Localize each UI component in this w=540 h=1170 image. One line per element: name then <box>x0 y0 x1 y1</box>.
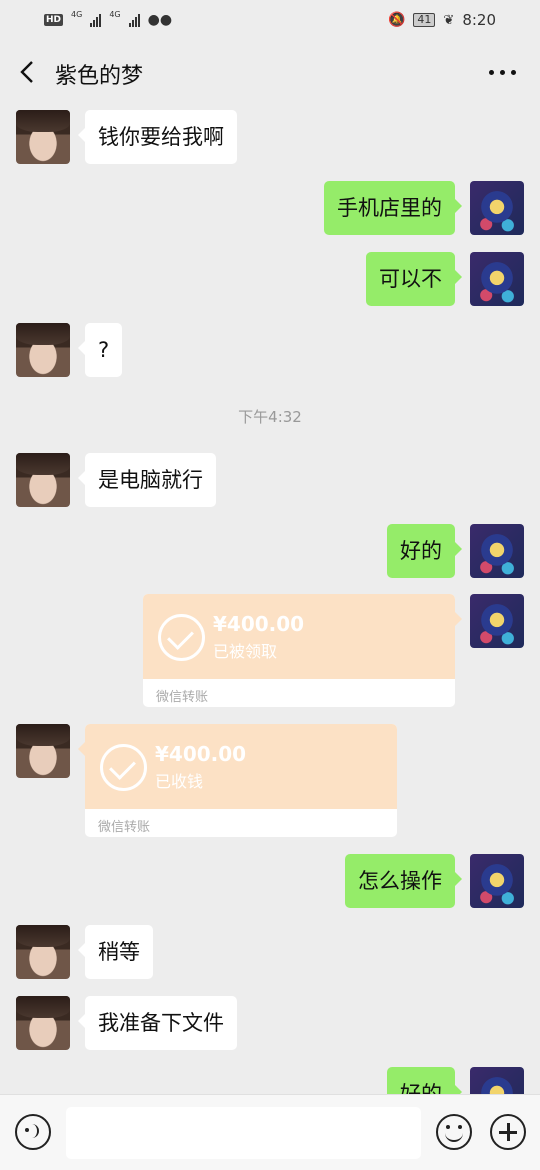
message-bubble-incoming[interactable]: 是电脑就行 <box>78 453 216 507</box>
message-bubble-outgoing[interactable]: 好的 <box>387 524 462 578</box>
check-circle-icon <box>158 614 205 661</box>
leaf-icon: ❦ <box>443 12 455 28</box>
network-label-1: 4G <box>71 9 83 19</box>
more-options-icon[interactable] <box>489 70 516 75</box>
message-bubble-incoming[interactable]: 钱你要给我啊 <box>78 110 237 164</box>
message-bubble-outgoing[interactable]: 手机店里的 <box>324 181 462 235</box>
my-avatar[interactable] <box>470 524 524 578</box>
network-label-2: 4G <box>109 9 121 19</box>
message-bubble-incoming[interactable]: ? <box>77 323 123 377</box>
contact-avatar[interactable] <box>16 925 70 979</box>
emoji-icon[interactable] <box>436 1114 472 1150</box>
my-avatar[interactable] <box>470 181 524 235</box>
clock: 8:20 <box>462 11 496 29</box>
wechat-notification-icon: ●● <box>147 12 173 28</box>
transfer-card-incoming[interactable]: ¥400.00 已收钱 微信转账 <box>85 724 397 837</box>
status-left: HD 4G 4G ●● <box>44 9 173 28</box>
message-timestamp: 下午4:32 <box>238 408 302 426</box>
my-avatar[interactable] <box>470 854 524 908</box>
transfer-footer: 微信转账 <box>98 820 151 835</box>
contact-avatar[interactable] <box>16 996 70 1050</box>
message-bubble-outgoing[interactable]: 好的 <box>387 1067 462 1094</box>
message-bubble-outgoing[interactable]: 可以不 <box>366 252 462 306</box>
transfer-card-outgoing[interactable]: ¥400.00 已被领取 微信转账 <box>143 594 455 707</box>
battery-icon: 41 <box>413 13 436 27</box>
mute-bell-icon: 🔕 <box>387 12 406 28</box>
contact-avatar[interactable] <box>16 323 70 377</box>
my-avatar[interactable] <box>470 594 524 648</box>
transfer-status: 已被领取 <box>213 642 278 661</box>
bubble-tail <box>78 742 85 756</box>
message-bubble-incoming[interactable]: 我准备下文件 <box>78 996 237 1050</box>
status-right: 🔕 41 ❦ 8:20 <box>388 11 496 29</box>
bubble-tail <box>455 612 462 626</box>
signal-icon <box>90 13 102 27</box>
chat-header: 紫色的梦 <box>0 40 540 106</box>
status-bar: HD 4G 4G ●● 🔕 41 ❦ 8:20 <box>0 0 540 40</box>
back-arrow-icon[interactable] <box>16 60 40 84</box>
plus-icon[interactable] <box>490 1114 526 1150</box>
message-input[interactable] <box>66 1107 421 1159</box>
transfer-footer: 微信转账 <box>156 690 209 705</box>
chat-area[interactable]: 钱你要给我啊 手机店里的 可以不 ? 下午4:32 是电脑就行 好的 ¥400.… <box>0 106 540 1094</box>
hd-badge: HD <box>44 14 64 26</box>
transfer-amount: ¥400.00 <box>155 742 247 766</box>
contact-avatar[interactable] <box>16 453 70 507</box>
transfer-status: 已收钱 <box>155 772 204 791</box>
my-avatar[interactable] <box>470 252 524 306</box>
message-bubble-incoming[interactable]: 稍等 <box>78 925 153 979</box>
input-bar <box>0 1094 540 1170</box>
contact-avatar[interactable] <box>16 724 70 778</box>
chat-title: 紫色的梦 <box>55 64 144 89</box>
signal-icon-2 <box>128 13 140 27</box>
my-avatar[interactable] <box>470 1067 524 1094</box>
voice-input-icon[interactable] <box>15 1114 51 1150</box>
contact-avatar[interactable] <box>16 110 70 164</box>
transfer-amount: ¥400.00 <box>213 612 305 636</box>
check-circle-icon <box>100 744 147 791</box>
message-bubble-outgoing[interactable]: 怎么操作 <box>345 854 462 908</box>
